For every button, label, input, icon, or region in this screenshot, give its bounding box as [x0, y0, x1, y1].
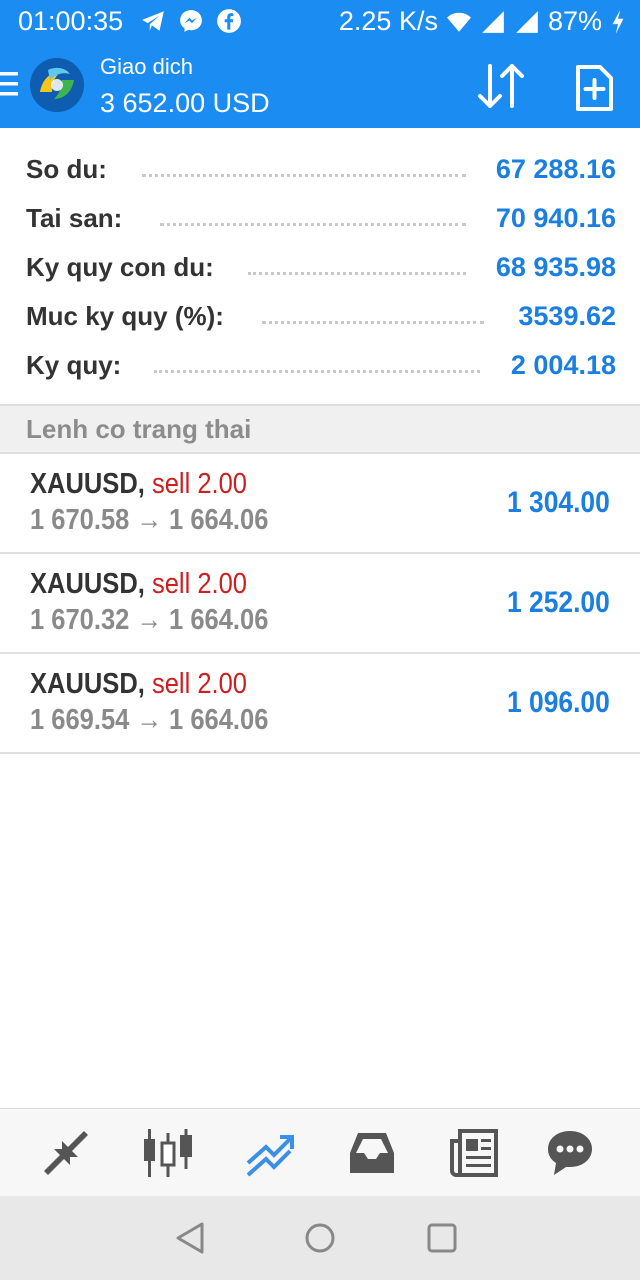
back-icon[interactable] — [172, 1220, 208, 1256]
news-icon[interactable] — [448, 1127, 500, 1179]
position-side: sell 2.00 — [151, 468, 248, 500]
history-icon[interactable] — [346, 1127, 398, 1179]
new-order-icon[interactable] — [574, 64, 614, 112]
free-margin-row: Ky quy con du: 68 935.98 — [26, 246, 616, 286]
balance-label: So du: — [26, 154, 115, 185]
telegram-icon — [142, 11, 164, 31]
dotted-leader — [154, 368, 480, 373]
home-icon[interactable] — [302, 1220, 338, 1256]
charging-icon — [612, 9, 624, 34]
equity-value: 70 940.16 — [487, 203, 616, 234]
free-margin-value: 68 935.98 — [487, 252, 616, 283]
open-price: 1 669.54 — [30, 704, 130, 736]
free-margin-label: Ky quy con du: — [26, 252, 222, 283]
open-price: 1 670.32 — [30, 604, 130, 636]
wifi-icon — [447, 12, 471, 32]
position-row[interactable]: XAUUSD, sell 2.00 1 669.54 → 1 664.06 1 … — [0, 654, 640, 754]
recents-icon[interactable] — [424, 1220, 460, 1256]
current-price: 1 664.06 — [169, 704, 269, 736]
quotes-icon[interactable] — [40, 1127, 92, 1179]
app-bar: Giao dich 3 652.00 USD — [0, 44, 640, 128]
page-title: Giao dich — [100, 54, 193, 79]
equity-row: Tai san: 70 940.16 — [26, 197, 616, 237]
margin-value: 2 004.18 — [502, 350, 616, 381]
margin-level-value: 3539.62 — [510, 301, 616, 332]
equity-label: Tai san: — [26, 203, 131, 234]
position-symbol-line: XAUUSD, sell 2.00 — [30, 468, 247, 501]
sort-icon[interactable] — [476, 62, 526, 110]
metatrader-logo-icon — [30, 58, 84, 112]
position-symbol: XAUUSD, — [30, 668, 145, 700]
bottom-nav — [0, 1108, 640, 1197]
position-prices: 1 670.32 → 1 664.06 — [30, 604, 268, 637]
section-title: Lenh co trang thai — [26, 414, 252, 444]
position-prices: 1 670.58 → 1 664.06 — [30, 504, 268, 537]
margin-row: Ky quy: 2 004.18 — [26, 344, 616, 384]
app-logo[interactable] — [30, 58, 84, 112]
messenger-icon — [180, 10, 202, 32]
position-symbol-line: XAUUSD, sell 2.00 — [30, 668, 247, 701]
arrow-icon: → — [136, 704, 162, 736]
position-profit: 1 096.00 — [507, 686, 610, 719]
dotted-leader — [142, 172, 466, 177]
position-side: sell 2.00 — [151, 568, 248, 600]
chat-icon[interactable] — [544, 1127, 596, 1179]
margin-label: Ky quy: — [26, 350, 130, 381]
arrow-icon: → — [136, 504, 162, 536]
dotted-leader — [248, 270, 466, 275]
chart-icon[interactable] — [142, 1127, 194, 1179]
signal-icon — [516, 10, 538, 33]
current-price: 1 664.06 — [169, 504, 269, 536]
position-profit: 1 252.00 — [507, 586, 610, 619]
dotted-leader — [262, 319, 484, 324]
account-profit: 3 652.00 USD — [100, 88, 270, 118]
current-price: 1 664.06 — [169, 604, 269, 636]
menu-icon[interactable] — [0, 70, 18, 98]
account-summary: So du: 67 288.16 Tai san: 70 940.16 Ky q… — [0, 128, 640, 404]
balance-value: 67 288.16 — [487, 154, 616, 185]
facebook-icon — [217, 9, 241, 33]
signal-icon — [482, 10, 504, 33]
position-profit: 1 304.00 — [507, 486, 610, 519]
system-nav-bar — [0, 1196, 640, 1280]
open-price: 1 670.58 — [30, 504, 130, 536]
trade-icon[interactable] — [244, 1127, 296, 1179]
network-speed: 2.25 K/s — [338, 6, 438, 36]
balance-row: So du: 67 288.16 — [26, 148, 616, 188]
position-side: sell 2.00 — [151, 668, 248, 700]
dotted-leader — [160, 221, 466, 226]
battery-level: 87% — [547, 6, 602, 36]
positions-section-header: Lenh co trang thai — [0, 404, 640, 454]
arrow-icon: → — [136, 604, 162, 636]
position-prices: 1 669.54 → 1 664.06 — [30, 704, 268, 737]
margin-level-row: Muc ky quy (%): 3539.62 — [26, 295, 616, 335]
status-bar: 01:00:35 2.25 K/s 87% — [0, 0, 640, 44]
position-symbol: XAUUSD, — [30, 568, 145, 600]
status-time: 01:00:35 — [18, 6, 124, 36]
margin-level-label: Muc ky quy (%): — [26, 301, 232, 332]
position-row[interactable]: XAUUSD, sell 2.00 1 670.32 → 1 664.06 1 … — [0, 554, 640, 654]
position-row[interactable]: XAUUSD, sell 2.00 1 670.58 → 1 664.06 1 … — [0, 454, 640, 554]
position-symbol: XAUUSD, — [30, 468, 145, 500]
position-symbol-line: XAUUSD, sell 2.00 — [30, 568, 247, 601]
